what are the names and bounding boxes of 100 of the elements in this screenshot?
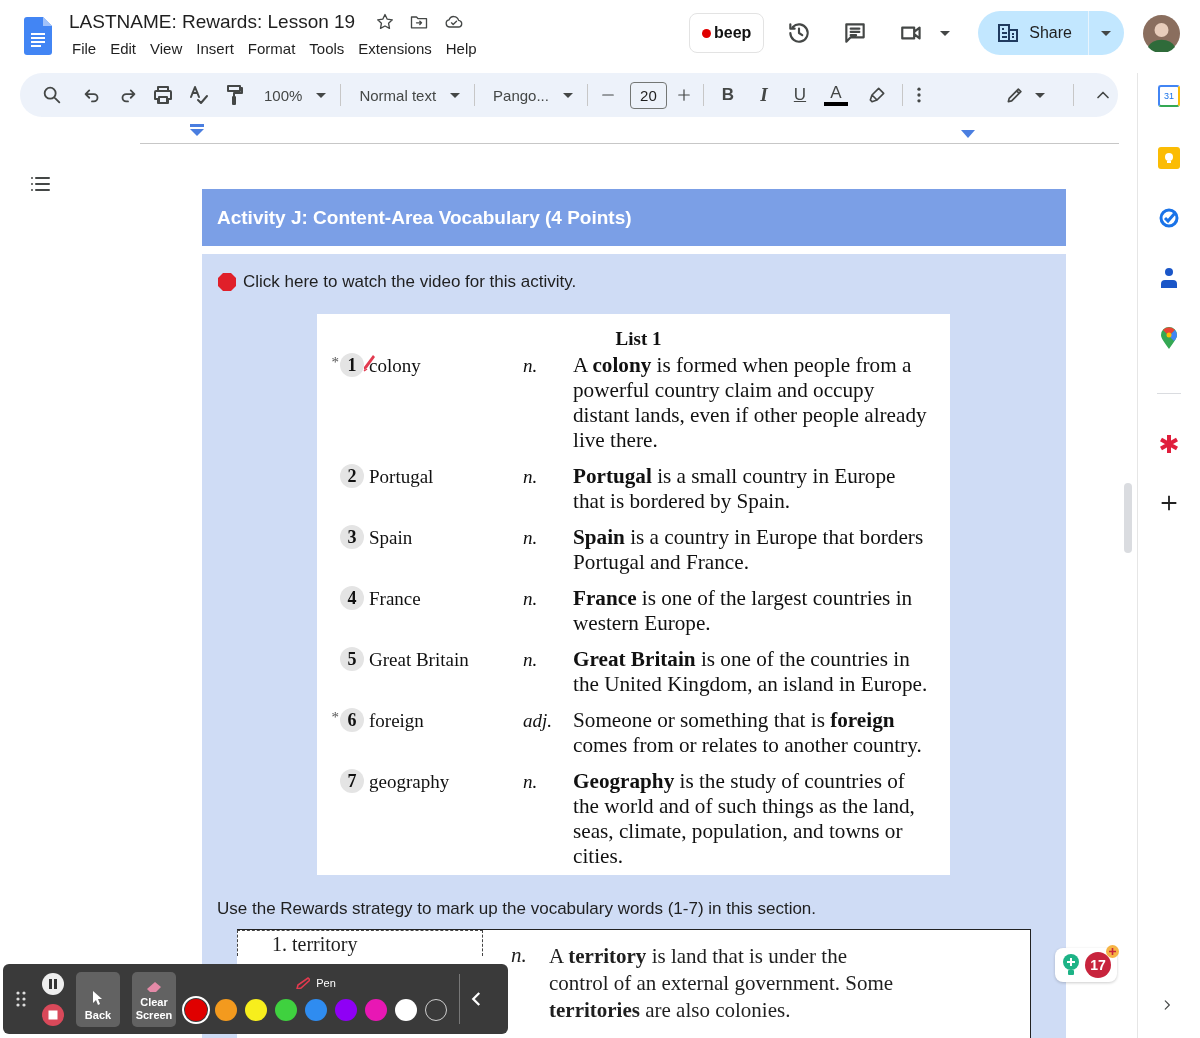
- eraser-icon: [146, 980, 162, 993]
- definition: A colony is formed when people from a powerful country claim and occupy distant lands, even if other people already live there.: [573, 353, 928, 453]
- style-dropdown[interactable]: Normal text: [351, 86, 469, 104]
- part-of-speech: n.: [523, 354, 539, 378]
- part-of-speech: n.: [523, 587, 539, 611]
- indent-marker-icon[interactable]: [961, 130, 975, 138]
- color-swatch[interactable]: [305, 999, 327, 1021]
- plus-icon: [1106, 945, 1119, 958]
- stop-sign-icon: [217, 272, 237, 292]
- definition: Great Britain is one of the countries in the United Kingdom, an island in Europe.: [573, 647, 929, 697]
- notification-badge[interactable]: 17: [1085, 952, 1111, 978]
- list-title: List 1: [614, 327, 663, 351]
- caret-icon: [450, 92, 461, 98]
- color-swatch[interactable]: [215, 999, 237, 1021]
- text-box[interactable]: 1. territory: [237, 930, 483, 956]
- part-of-speech: n.: [523, 648, 539, 672]
- part-of-speech: n.: [511, 942, 528, 969]
- menu-item[interactable]: Tools: [302, 38, 352, 59]
- definition: Someone or something that is foreign comes from or relates to another country.: [573, 708, 923, 758]
- zoom-dropdown[interactable]: 100%: [256, 86, 335, 104]
- word-number: 6: [340, 708, 364, 732]
- print-icon[interactable]: [151, 83, 175, 107]
- map-pin-icon[interactable]: [1161, 327, 1177, 349]
- font-dropdown[interactable]: Pango...: [485, 86, 581, 104]
- calendar-icon[interactable]: 31: [1158, 85, 1180, 107]
- asterisk-icon[interactable]: [1159, 434, 1179, 454]
- part-of-speech: n.: [523, 465, 539, 489]
- definition: Portugal is a small country in Europe that is bordered by Spain.: [573, 464, 897, 514]
- person-icon[interactable]: [1160, 267, 1178, 289]
- lightbulb-icon[interactable]: [1061, 953, 1081, 977]
- pause-button[interactable]: [42, 972, 64, 995]
- vocabulary-word: colony: [369, 354, 421, 378]
- bold-button[interactable]: B: [709, 85, 746, 105]
- color-swatch[interactable]: [335, 999, 357, 1021]
- vocabulary-word: France: [369, 587, 421, 611]
- text-color-button[interactable]: A: [823, 84, 848, 106]
- video-link[interactable]: Click here to watch the video for this activity.: [243, 272, 577, 292]
- font-size-field[interactable]: 20: [629, 81, 667, 109]
- caret-icon: [316, 92, 327, 98]
- caret-icon: [940, 30, 951, 36]
- part-of-speech: n.: [523, 770, 539, 794]
- menu-item[interactable]: Insert: [189, 38, 241, 59]
- pen-icon: [296, 977, 311, 989]
- caret-icon: [1034, 92, 1045, 98]
- activity-heading: Activity J: Content-Area Vocabulary (4 Points): [202, 189, 1066, 246]
- spellcheck-icon[interactable]: [187, 83, 211, 107]
- caret-icon: [562, 92, 573, 98]
- vocabulary-word: Spain: [369, 526, 413, 550]
- menu-item[interactable]: File: [65, 38, 104, 59]
- vocabulary-word: 1. territory: [272, 933, 358, 955]
- check-circle-icon[interactable]: [1158, 207, 1180, 229]
- menu-item[interactable]: Help: [438, 38, 484, 59]
- menu-item[interactable]: Edit: [103, 38, 144, 59]
- share-button[interactable]: Share: [978, 11, 1088, 55]
- color-swatch[interactable]: [275, 999, 297, 1021]
- asterisk-mark: *: [331, 353, 339, 371]
- part-of-speech: adj.: [523, 709, 554, 733]
- word-number: 4: [340, 586, 364, 610]
- vocabulary-word: Portugal: [369, 465, 434, 489]
- avatar-icon[interactable]: [1143, 14, 1180, 52]
- color-swatch[interactable]: [185, 999, 207, 1021]
- search-icon[interactable]: [41, 84, 63, 106]
- definition: Spain is a country in Europe that borders Portugal and France.: [573, 525, 925, 575]
- italic-button[interactable]: I: [745, 84, 782, 106]
- asterisk-mark: *: [331, 708, 339, 726]
- building-icon: [998, 24, 1019, 42]
- word-number: 2: [340, 464, 364, 488]
- star-icon[interactable]: [375, 12, 396, 32]
- document-title[interactable]: LASTNAME: Rewards: Lesson 19: [69, 11, 356, 33]
- caret-icon: [1101, 30, 1111, 36]
- stop-button[interactable]: [42, 1003, 64, 1026]
- definition: France is one of the largest countries in western Europe.: [573, 586, 914, 636]
- instruction-text: Use the Rewards strategy to mark up the vocabulary words (1-7) in this section.: [216, 898, 818, 920]
- menu-item[interactable]: View: [143, 38, 190, 59]
- definition: Geography is the study of countries of the world and of such things as the land, seas, climate, population, and towns or cities.: [573, 769, 916, 869]
- tool-label: Pen: [316, 977, 336, 989]
- definition: A territory is land that is under the control of an external government. Some territories are also colonies.: [549, 943, 894, 1024]
- back-button[interactable]: Back: [76, 971, 120, 1027]
- docs-logo-icon[interactable]: [24, 17, 52, 55]
- color-swatch[interactable]: [395, 999, 417, 1021]
- indent-marker-icon[interactable]: [190, 124, 204, 136]
- part-of-speech: n.: [523, 526, 539, 550]
- color-swatch[interactable]: [365, 999, 387, 1021]
- color-swatch[interactable]: [425, 999, 447, 1021]
- vocabulary-word: foreign: [369, 709, 424, 733]
- color-swatch[interactable]: [245, 999, 267, 1021]
- word-number: 3: [340, 525, 364, 549]
- menu-item[interactable]: Extensions: [351, 38, 439, 59]
- clear-screen-button[interactable]: Clear Screen: [132, 971, 176, 1027]
- scrollbar-thumb[interactable]: [1124, 483, 1132, 553]
- record-button[interactable]: beep: [688, 13, 765, 53]
- vocabulary-word: geography: [369, 770, 450, 794]
- word-number: 5: [340, 647, 364, 671]
- menu-item[interactable]: Format: [240, 38, 303, 59]
- word-number: 7: [340, 769, 364, 793]
- vocabulary-word: Great Britain: [369, 648, 469, 672]
- drag-handle-icon[interactable]: [16, 991, 26, 1007]
- word-number: 1: [340, 353, 364, 377]
- cursor-icon: [92, 989, 104, 1006]
- underline-button[interactable]: U: [781, 85, 818, 105]
